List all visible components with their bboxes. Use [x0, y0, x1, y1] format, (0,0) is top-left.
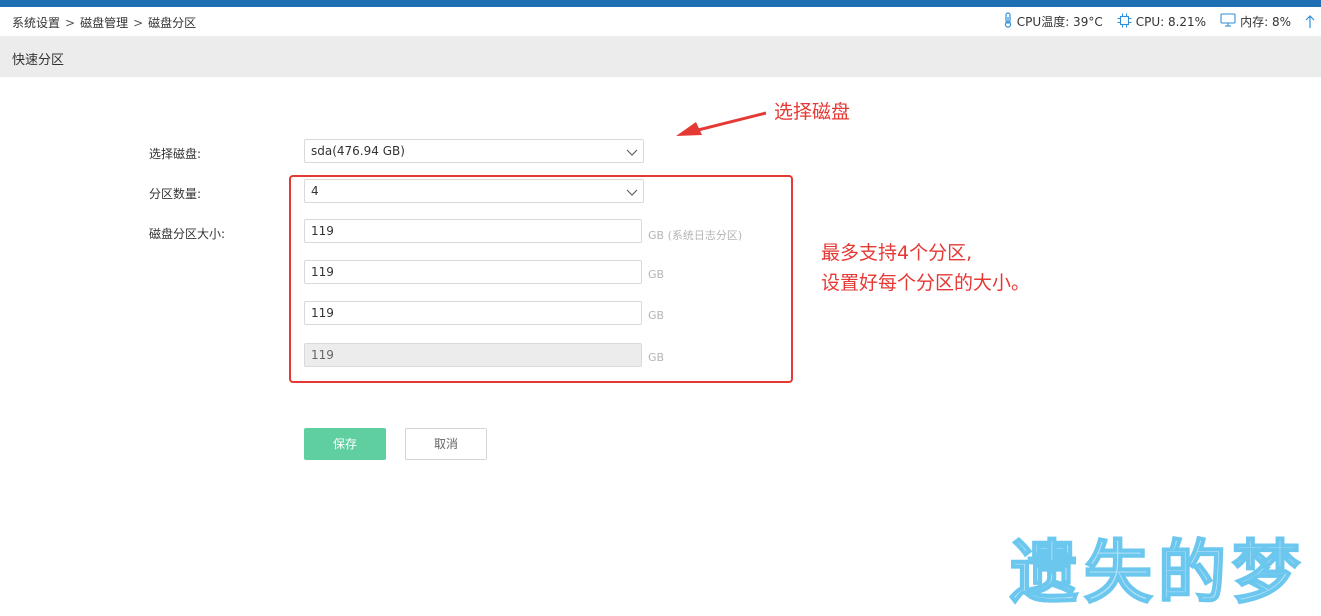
breadcrumb-item-disk-management[interactable]: 磁盘管理 — [80, 16, 128, 30]
partition-count-label: 分区数量: — [149, 187, 202, 201]
watermark-text: 遗失的梦 — [1009, 533, 1307, 614]
monitor-icon — [1220, 13, 1240, 30]
partition-size-unit: GB — [648, 268, 665, 281]
partition-size-input-3[interactable]: 119 — [304, 301, 642, 325]
save-button[interactable]: 保存 — [304, 428, 386, 460]
system-status: CPU温度: 39°C CPU: 8.21% 内存: 8% — [1003, 12, 1315, 31]
cpu-status: CPU: 8.21% — [1117, 13, 1206, 31]
partition-size-unit: GB (系统日志分区) — [648, 229, 743, 242]
cpu-chip-icon — [1117, 13, 1136, 31]
memory-usage-text: 内存: 8% — [1240, 15, 1291, 29]
cpu-temp-text: CPU温度: 39°C — [1016, 15, 1103, 29]
breadcrumb-separator: > — [65, 16, 76, 30]
partition-size-value: 119 — [311, 348, 334, 362]
arrow-up-icon[interactable] — [1305, 14, 1315, 29]
partition-size-unit: GB — [648, 309, 665, 322]
chevron-down-icon — [625, 144, 639, 166]
annotation-select-disk: 选择磁盘 — [774, 101, 851, 123]
cpu-usage-text: CPU: 8.21% — [1135, 14, 1207, 29]
annotation-arrow-icon — [676, 111, 767, 136]
breadcrumb-separator: > — [133, 16, 144, 30]
partition-size-value: 119 — [311, 306, 334, 320]
cpu-temp-status: CPU温度: 39°C — [1003, 12, 1103, 31]
breadcrumb-item-disk-partition: 磁盘分区 — [148, 16, 197, 30]
breadcrumb: 系统设置 > 磁盘管理 > 磁盘分区 — [12, 14, 196, 31]
partition-size-input-2[interactable]: 119 — [304, 260, 642, 284]
partition-size-value: 119 — [311, 265, 334, 279]
top-accent-bar — [0, 0, 1321, 7]
partition-size-value: 119 — [311, 224, 334, 238]
partition-count-select[interactable]: 4 — [304, 179, 644, 203]
cancel-button[interactable]: 取消 — [405, 428, 487, 460]
section-header: 快速分区 — [0, 36, 1321, 77]
partition-size-input-1[interactable]: 119 — [304, 219, 642, 243]
header-bar: 系统设置 > 磁盘管理 > 磁盘分区 CPU温度: 39°C CPU: 8.21% 内存… — [0, 7, 1321, 35]
disk-select[interactable]: sda(476.94 GB) — [304, 139, 644, 163]
thermometer-icon — [1003, 12, 1017, 31]
annotation-note: 最多支持4个分区, 设置好每个分区的大小。 — [821, 238, 1030, 298]
partition-size-label: 磁盘分区大小: — [149, 227, 226, 241]
partition-size-input-4-disabled: 119 — [304, 343, 642, 367]
annotation-line-2: 设置好每个分区的大小。 — [821, 272, 1031, 294]
disk-select-value: sda(476.94 GB) — [311, 144, 405, 158]
chevron-down-icon — [625, 184, 639, 206]
partition-size-unit: GB — [648, 351, 665, 364]
memory-status: 内存: 8% — [1220, 13, 1291, 30]
section-title: 快速分区 — [12, 53, 65, 68]
breadcrumb-item-system-settings[interactable]: 系统设置 — [12, 16, 60, 30]
partition-count-value: 4 — [311, 184, 319, 198]
annotation-line-1: 最多支持4个分区, — [821, 242, 973, 264]
disk-select-label: 选择磁盘: — [149, 147, 202, 161]
